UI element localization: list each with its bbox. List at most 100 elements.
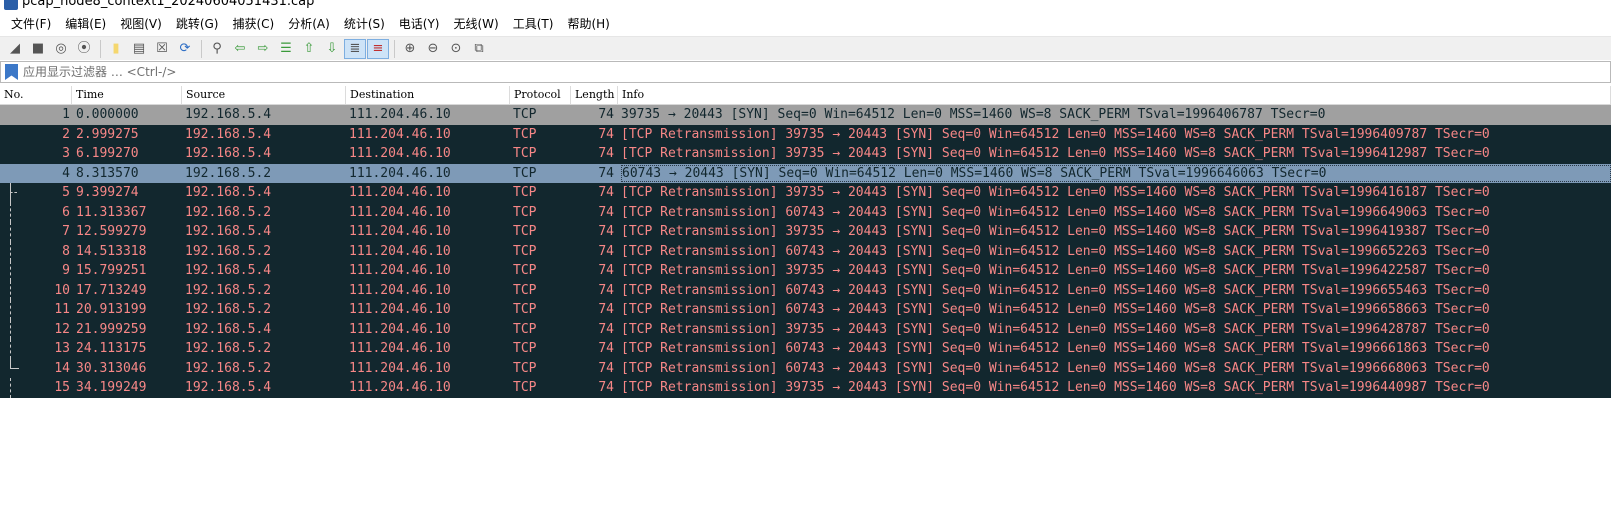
packet-info: 60743 → 20443 [SYN] Seq=0 Win=64512 Len=… [621, 164, 1611, 182]
table-row[interactable]: 6 11.313367 192.168.5.2 111.204.46.10 TCP 74 [… [0, 202, 1611, 222]
packet-time: 34.199249 [76, 380, 147, 395]
column-header-time[interactable]: Time [72, 86, 182, 104]
packet-source: 192.168.5.2 [185, 165, 272, 181]
packet-time: 24.113175 [76, 341, 147, 356]
table-row[interactable]: 12 21.999259 192.168.5.4 111.204.46.10 TCP 74… [0, 319, 1611, 339]
packet-info: 39735 → 20443 [SYN] Seq=0 Win=64512 Len=… [621, 107, 1326, 122]
packet-protocol: TCP [513, 282, 537, 298]
display-filter-bar [0, 61, 1611, 83]
packet-number: 8 [62, 243, 70, 259]
packet-length: 74 [598, 146, 614, 161]
menu-item[interactable]: 无线(W) [447, 13, 506, 35]
menu-item[interactable]: 跳转(G) [169, 13, 226, 35]
column-header-source[interactable]: Source [182, 86, 346, 104]
packet-length: 74 [598, 185, 614, 200]
menu-item[interactable]: 工具(T) [506, 13, 561, 35]
go-to-packet-icon[interactable]: ☰ [275, 39, 297, 59]
packet-number: 5 [62, 185, 70, 200]
table-row[interactable]: 4 8.313570 192.168.5.2 111.204.46.10 TCP 74 60… [0, 163, 1611, 183]
table-row[interactable]: 8 14.513318 192.168.5.2 111.204.46.10 TCP 74 [… [0, 241, 1611, 261]
table-row[interactable]: 7 12.599279 192.168.5.4 111.204.46.10 TCP 74 [… [0, 222, 1611, 242]
table-row[interactable]: 1 0.000000 192.168.5.4 111.204.46.10 TCP 74 39… [0, 105, 1611, 125]
menu-item[interactable]: 电话(Y) [392, 13, 447, 35]
capture-options-icon[interactable]: ⦿ [73, 39, 95, 59]
packet-protocol: TCP [513, 263, 537, 278]
packet-number: 10 [54, 282, 70, 298]
packet-protocol: TCP [513, 146, 537, 161]
packet-number: 14 [54, 360, 70, 376]
menu-item[interactable]: 统计(S) [337, 13, 392, 35]
packet-list-header: No. Time Source Destination Protocol Length In… [0, 86, 1611, 105]
auto-scroll-icon[interactable]: ≣ [344, 38, 366, 59]
packet-source: 192.168.5.2 [185, 282, 272, 298]
packet-destination: 111.204.46.10 [349, 126, 451, 142]
shark-fin-start-icon[interactable]: ◢ [4, 39, 26, 59]
column-header-info[interactable]: Info [618, 86, 1611, 104]
packet-number: 15 [54, 380, 70, 395]
packet-info: [TCP Retransmission] 39735 → 20443 [SYN]… [621, 146, 1490, 161]
display-filter-input[interactable] [23, 63, 1610, 81]
column-header-protocol[interactable]: Protocol [510, 86, 571, 104]
packet-info: [TCP Retransmission] 60743 → 20443 [SYN]… [621, 204, 1490, 220]
reload-file-icon[interactable]: ⟳ [174, 39, 196, 59]
open-file-icon[interactable]: ▮ [105, 39, 127, 59]
go-last-packet-icon[interactable]: ⇩ [321, 39, 343, 59]
packet-number: 6 [62, 204, 70, 220]
table-row[interactable]: 10 17.713249 192.168.5.2 111.204.46.10 TCP 74… [0, 280, 1611, 300]
table-row[interactable]: 13 24.113175 192.168.5.2 111.204.46.10 TCP 74… [0, 339, 1611, 359]
table-row[interactable]: 15 34.199249 192.168.5.4 111.204.46.10 TCP 74… [0, 378, 1611, 398]
menu-item[interactable]: 文件(F) [4, 13, 58, 35]
packet-time: 0.000000 [76, 107, 139, 122]
find-packet-icon[interactable]: ⚲ [206, 39, 228, 59]
colorize-icon[interactable]: ≡ [367, 38, 389, 59]
packet-destination: 111.204.46.10 [349, 107, 451, 122]
packet-time: 15.799251 [76, 263, 147, 278]
menu-item[interactable]: 编辑(E) [58, 13, 113, 35]
packet-info: [TCP Retransmission] 60743 → 20443 [SYN]… [621, 302, 1490, 317]
menu-item[interactable]: 帮助(H) [560, 13, 616, 35]
table-row[interactable]: 5 9.399274 192.168.5.4 111.204.46.10 TCP 74 [T… [0, 183, 1611, 203]
table-row[interactable]: 14 30.313046 192.168.5.2 111.204.46.10 TCP 74… [0, 358, 1611, 378]
column-header-length[interactable]: Length [571, 86, 618, 104]
close-file-icon[interactable]: ☒ [151, 39, 173, 59]
packet-protocol: TCP [513, 204, 537, 220]
table-row[interactable]: 9 15.799251 192.168.5.4 111.204.46.10 TCP 74 [… [0, 261, 1611, 281]
zoom-out-icon[interactable]: ⊖ [422, 39, 444, 59]
packet-length: 74 [598, 302, 614, 317]
packet-length: 74 [598, 126, 614, 142]
save-file-icon[interactable]: ▤ [128, 39, 150, 59]
menu-item[interactable]: 捕获(C) [225, 13, 281, 35]
packet-source: 192.168.5.2 [185, 243, 272, 259]
column-header-no[interactable]: No. [0, 86, 72, 104]
normal-size-icon[interactable]: ⊙ [445, 39, 467, 59]
column-header-destination[interactable]: Destination [346, 86, 510, 104]
packet-number: 9 [62, 263, 70, 278]
zoom-in-icon[interactable]: ⊕ [399, 39, 421, 59]
packet-protocol: TCP [513, 107, 537, 122]
packet-source: 192.168.5.2 [185, 302, 272, 317]
packet-info: [TCP Retransmission] 39735 → 20443 [SYN]… [621, 126, 1490, 142]
window-title: pcap_node8_context1_20240604051431.cap [22, 0, 315, 9]
go-first-packet-icon[interactable]: ⇧ [298, 39, 320, 59]
packet-source: 192.168.5.4 [185, 224, 272, 239]
table-row[interactable]: 3 6.199270 192.168.5.4 111.204.46.10 TCP 74 [T… [0, 144, 1611, 164]
packet-protocol: TCP [513, 165, 537, 181]
resize-columns-icon[interactable]: ⧉ [468, 39, 490, 59]
go-forward-icon[interactable]: ⇨ [252, 39, 274, 59]
stop-capture-icon[interactable]: ■ [27, 39, 49, 59]
restart-capture-icon[interactable]: ◎ [50, 39, 72, 59]
filter-bookmark-icon[interactable] [5, 64, 18, 80]
packet-info: [TCP Retransmission] 39735 → 20443 [SYN]… [621, 185, 1490, 200]
packet-time: 12.599279 [76, 224, 147, 239]
packet-source: 192.168.5.2 [185, 360, 272, 376]
packet-source: 192.168.5.4 [185, 321, 272, 337]
title-bar: pcap_node8_context1_20240604051431.cap [0, 0, 1611, 12]
menu-item[interactable]: 视图(V) [113, 13, 169, 35]
packet-source: 192.168.5.4 [185, 380, 272, 395]
table-row[interactable]: 11 20.913199 192.168.5.2 111.204.46.10 TCP 74… [0, 300, 1611, 320]
menu-item[interactable]: 分析(A) [281, 13, 337, 35]
packet-length: 74 [598, 107, 614, 122]
table-row[interactable]: 2 2.999275 192.168.5.4 111.204.46.10 TCP 74 [T… [0, 124, 1611, 144]
packet-time: 9.399274 [76, 185, 139, 200]
go-back-icon[interactable]: ⇦ [229, 39, 251, 59]
